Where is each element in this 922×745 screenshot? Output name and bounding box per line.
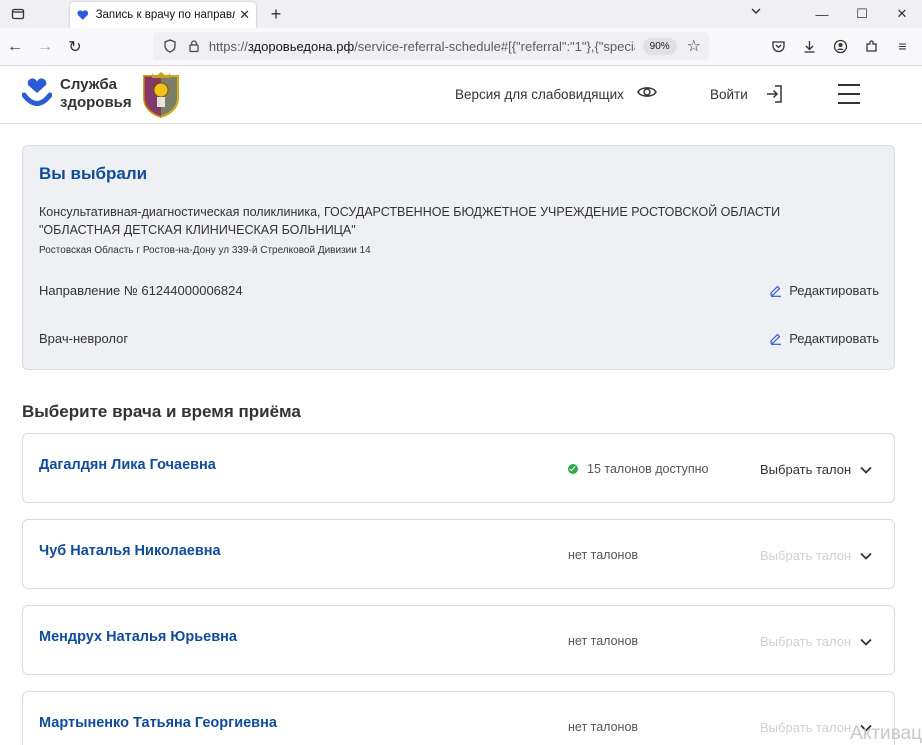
pencil-icon [770, 285, 782, 297]
reload-icon[interactable]: ↻ [60, 32, 90, 62]
selection-summary-card: Вы выбрали Консультативная-диагностическ… [22, 145, 895, 370]
doctor-card[interactable]: Мартыненко Татьяна Георгиевна нет талоно… [22, 691, 895, 745]
doctor-card[interactable]: Дагалдян Лика Гочаевна 15 талонов доступ… [22, 433, 895, 503]
tab-title: Запись к врачу по направлению [95, 9, 236, 21]
minimize-icon[interactable]: — [802, 0, 842, 28]
app-menu-icon[interactable]: ≡ [887, 32, 918, 60]
edit-referral-button[interactable]: Редактировать [769, 283, 879, 298]
doctors-section-title: Выберите врача и время приёма [22, 402, 301, 421]
pocket-icon[interactable] [763, 32, 794, 60]
download-icon[interactable] [794, 32, 825, 60]
clinic-address: Ростовская Область г Ростов-на-Дону ул 3… [39, 245, 371, 256]
shield-icon[interactable] [161, 37, 179, 55]
doctor-name: Чуб Наталья Николаевна [39, 543, 221, 559]
eye-icon[interactable] [637, 85, 657, 104]
select-ticket-button[interactable]: Выбрать талон [760, 548, 873, 563]
login-link[interactable]: Войти [710, 87, 748, 102]
ticket-availability: нет талонов [568, 634, 639, 648]
ticket-availability: 15 талонов доступно [568, 462, 709, 476]
select-ticket-button[interactable]: Выбрать талон [760, 462, 873, 477]
check-circle-icon [568, 464, 578, 474]
clinic-name: Консультативная-диагностическая поликлин… [39, 205, 781, 237]
windows-activation-watermark: Активац [850, 723, 922, 744]
chevron-down-icon [860, 552, 872, 560]
selection-title: Вы выбрали [39, 164, 148, 183]
url-text[interactable]: https://здоровьедона.рф/service-referral… [209, 39, 635, 54]
bookmark-star-icon[interactable]: ☆ [687, 36, 701, 56]
doctor-specialty: Врач-невролог [39, 331, 129, 346]
browser-tab-active[interactable]: Запись к врачу по направлению ✕ [70, 2, 256, 28]
chevron-down-icon [860, 466, 872, 474]
referral-number: Направление № 61244000006824 [39, 283, 243, 298]
heart-logo-icon [22, 78, 52, 106]
new-tab-icon[interactable]: + [266, 4, 286, 25]
window-controls: — ☐ ✕ [802, 0, 922, 28]
doctor-name: Дагалдян Лика Гочаевна [39, 457, 216, 473]
select-ticket-button[interactable]: Выбрать талон [760, 634, 873, 649]
pencil-icon [770, 333, 782, 345]
tab-list-icon[interactable] [0, 0, 36, 28]
site-favicon-icon [77, 10, 89, 20]
doctor-name: Мендрух Наталья Юрьевна [39, 629, 237, 645]
browser-nav-bar: ← → ↻ https://здоровьедона.рф/service-re… [0, 28, 922, 66]
browser-toolbar-right: ≡ [763, 32, 918, 60]
lock-icon[interactable] [185, 37, 203, 55]
back-arrow-icon[interactable]: ← [0, 32, 30, 62]
doctor-name: Мартыненко Татьяна Георгиевна [39, 715, 277, 731]
account-icon[interactable] [825, 32, 856, 60]
logo-text: Служба здоровья [60, 76, 132, 111]
ticket-availability: нет талонов [568, 548, 639, 562]
browser-tab-bar: Запись к врачу по направлению ✕ + — ☐ ✕ [0, 0, 922, 28]
doctor-card[interactable]: Чуб Наталья Николаевна нет талонов Выбра… [22, 519, 895, 589]
doctor-card[interactable]: Мендрух Наталья Юрьевна нет талонов Выбр… [22, 605, 895, 675]
close-window-icon[interactable]: ✕ [882, 0, 922, 28]
site-header: Служба здоровья Версия для слабовидящих … [0, 66, 922, 124]
url-bar[interactable]: https://здоровьедона.рф/service-referral… [153, 32, 709, 60]
login-icon[interactable] [766, 84, 784, 109]
edit-specialty-button[interactable]: Редактировать [769, 331, 879, 346]
chevron-down-icon [860, 638, 872, 646]
hamburger-menu-icon[interactable] [838, 84, 860, 111]
vision-impaired-link[interactable]: Версия для слабовидящих [455, 87, 624, 102]
coat-of-arms-icon [143, 72, 179, 118]
extensions-icon[interactable] [856, 32, 887, 60]
maximize-icon[interactable]: ☐ [842, 0, 882, 28]
tab-overflow-chevron-icon[interactable] [750, 5, 762, 20]
site-logo[interactable]: Служба здоровья [22, 76, 132, 112]
ticket-availability: нет талонов [568, 720, 639, 734]
tab-close-icon[interactable]: ✕ [239, 7, 250, 23]
forward-arrow-icon[interactable]: → [30, 32, 60, 62]
zoom-level-badge[interactable]: 90% [642, 37, 677, 55]
